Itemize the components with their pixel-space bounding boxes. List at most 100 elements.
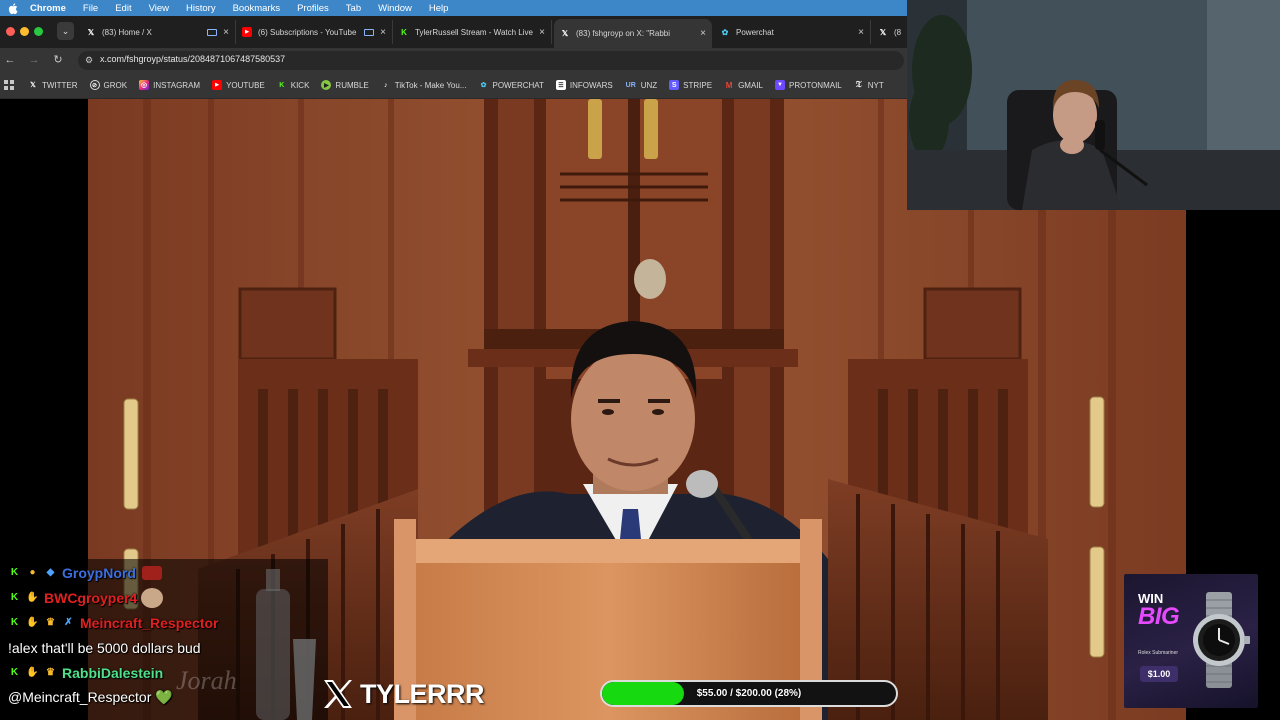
reload-button[interactable]: ↻ <box>50 52 66 68</box>
bookmark-rumble[interactable]: ▶ RUMBLE <box>321 80 369 90</box>
reload-icon: ↻ <box>53 54 63 66</box>
menu-bookmarks[interactable]: Bookmarks <box>233 3 281 14</box>
menu-window[interactable]: Window <box>378 3 412 14</box>
browser-toolbar: ← → ↻ ⚙ x.com/fshgroyp/status/2084871067… <box>0 48 907 72</box>
menu-bar: Chrome File Edit View History Bookmarks … <box>0 0 907 16</box>
bookmark-label: TWITTER <box>42 80 78 90</box>
chat-message: !alex that'll be 5000 dollars bud <box>8 635 308 660</box>
site-settings-icon[interactable]: ⚙ <box>83 54 95 66</box>
tab-close-icon[interactable]: × <box>223 27 229 38</box>
window-zoom-button[interactable] <box>34 27 43 36</box>
menu-help[interactable]: Help <box>429 3 449 14</box>
bookmark-tiktok[interactable]: ♪ TikTok - Make You... <box>381 80 467 90</box>
tab-title: (83) Home / X <box>102 27 152 37</box>
address-bar[interactable]: ⚙ x.com/fshgroyp/status/2084871067487580… <box>78 51 904 70</box>
kick-icon: K <box>279 81 285 89</box>
tab-title: (6) Subscriptions - YouTube <box>258 27 357 37</box>
forward-button[interactable]: → <box>26 52 42 68</box>
window-close-button[interactable] <box>6 27 15 36</box>
sword-badge-icon: ✗ <box>64 617 73 628</box>
bookmark-label: POWERCHAT <box>492 80 544 90</box>
bookmark-twitter[interactable]: 𝕏 TWITTER <box>28 80 78 90</box>
giveaway-promo-card[interactable]: WIN BIG Rolex Submariner $1.00 <box>1124 574 1258 708</box>
window-minimize-button[interactable] <box>20 27 29 36</box>
crown-badge-icon: ♛ <box>46 667 55 678</box>
arrow-left-icon: ← <box>4 54 16 66</box>
chat-message: K ✋ ♛ ✗ Meincraft_Respector <box>8 610 308 635</box>
bookmark-unz[interactable]: UR UNZ <box>625 80 658 90</box>
shield-badge-icon: ◆ <box>46 567 55 578</box>
bookmark-grok[interactable]: ⊘ GROK <box>89 80 128 90</box>
tab-x-partial[interactable]: 𝕏 (8 <box>872 20 907 44</box>
instagram-icon: ◎ <box>139 80 150 90</box>
unz-icon: UR <box>625 81 636 89</box>
gift-badge-icon: ● <box>29 567 36 578</box>
media-playing-icon[interactable] <box>207 28 218 36</box>
bookmarks-bar: 𝕏 TWITTER ⊘ GROK ◎ INSTAGRAM ▶ YOUTUBE K KICK… <box>0 72 907 99</box>
bookmark-label: YOUTUBE <box>226 80 265 90</box>
menu-view[interactable]: View <box>149 3 169 14</box>
powerchat-icon: ✿ <box>480 82 487 89</box>
apps-grid-icon[interactable] <box>4 80 14 90</box>
stream-brand: TYLERRR <box>322 676 485 712</box>
x-logo-icon <box>324 680 352 708</box>
media-playing-icon[interactable] <box>364 28 375 36</box>
tab-search-button[interactable]: ⌄ <box>57 22 74 40</box>
chat-username[interactable]: BWCgroyper4 <box>44 590 137 606</box>
bookmark-youtube[interactable]: ▶ YOUTUBE <box>212 80 265 90</box>
tab-fshgroyp-post[interactable]: 𝕏 (83) fshgroyp on X: "Rabbi × <box>554 19 712 48</box>
crown-badge-icon: ♛ <box>46 617 55 628</box>
brand-name: TYLERRR <box>360 678 485 709</box>
chat-username[interactable]: RabbiDalestein <box>62 665 163 681</box>
stripe-icon: S <box>669 80 680 90</box>
menu-tab[interactable]: Tab <box>346 3 361 14</box>
bookmark-powerchat[interactable]: ✿ POWERCHAT <box>479 80 544 90</box>
tab-youtube-subscriptions[interactable]: ▶ (6) Subscriptions - YouTube × <box>236 20 393 44</box>
tab-close-icon[interactable]: × <box>380 27 386 38</box>
grok-icon: ⊘ <box>89 80 100 90</box>
screen: Chrome File Edit View History Bookmarks … <box>0 0 1280 720</box>
bookmark-stripe[interactable]: S STRIPE <box>669 80 712 90</box>
tab-close-icon[interactable]: × <box>700 28 706 39</box>
bookmark-gmail[interactable]: M GMAIL <box>724 80 763 90</box>
gmail-icon: M <box>725 80 733 90</box>
tab-kick-stream[interactable]: K TylerRussell Stream - Watch Live × <box>393 20 552 44</box>
tab-close-icon[interactable]: × <box>539 27 545 38</box>
bookmark-instagram[interactable]: ◎ INSTAGRAM <box>139 80 200 90</box>
back-button[interactable]: ← <box>2 52 18 68</box>
bookmark-label: STRIPE <box>683 80 713 90</box>
bookmark-infowars[interactable]: ☰ INFOWARS <box>555 80 613 90</box>
address-url[interactable]: x.com/fshgroyp/status/208487106748758053… <box>100 54 285 64</box>
subscriber-badge-icon: ✋ <box>26 667 39 678</box>
bookmark-label: GROK <box>103 80 128 90</box>
promo-product-name: Rolex Submariner <box>1138 650 1179 656</box>
apple-icon[interactable] <box>8 2 18 14</box>
tab-home-x[interactable]: 𝕏 (83) Home / X × <box>80 20 236 44</box>
x-logo-icon: 𝕏 <box>30 82 36 89</box>
chat-message-text: !alex that'll be 5000 dollars bud <box>8 639 201 656</box>
menu-chrome[interactable]: Chrome <box>30 3 66 14</box>
kick-badge-icon: K <box>10 667 19 678</box>
menu-profiles[interactable]: Profiles <box>297 3 329 14</box>
subscriber-badge-icon: ✋ <box>26 592 39 603</box>
bookmark-label: PROTONMAIL <box>788 80 842 90</box>
chat-username[interactable]: GroypNord <box>62 565 136 581</box>
bookmark-kick[interactable]: K KICK <box>277 80 309 90</box>
tiktok-icon: ♪ <box>384 81 388 89</box>
bookmark-nyt[interactable]: 𝔗 NYT <box>854 80 884 90</box>
tab-title: TylerRussell Stream - Watch Live <box>415 27 533 37</box>
menu-edit[interactable]: Edit <box>115 3 131 14</box>
menu-file[interactable]: File <box>83 3 98 14</box>
bookmark-label: TikTok - Make You... <box>394 80 467 90</box>
chat-message-text: @Meincraft_Respector 💚 <box>8 689 173 705</box>
tab-powerchat[interactable]: ✿ Powerchat × <box>714 20 871 44</box>
bookmark-label: RUMBLE <box>335 80 369 90</box>
x-logo-icon: 𝕏 <box>87 27 95 37</box>
chat-overlay: K ● ◆ GroypNord K ✋ BWCgroyper4 K ✋ ♛ ✗ … <box>8 560 308 710</box>
chat-message: K ✋ BWCgroyper4 <box>8 585 308 610</box>
chat-username[interactable]: Meincraft_Respector <box>80 615 219 631</box>
bookmark-protonmail[interactable]: ▼ PROTONMAIL <box>774 80 842 90</box>
tab-close-icon[interactable]: × <box>858 27 864 38</box>
bookmark-label: UNZ <box>640 80 658 90</box>
menu-history[interactable]: History <box>186 3 216 14</box>
